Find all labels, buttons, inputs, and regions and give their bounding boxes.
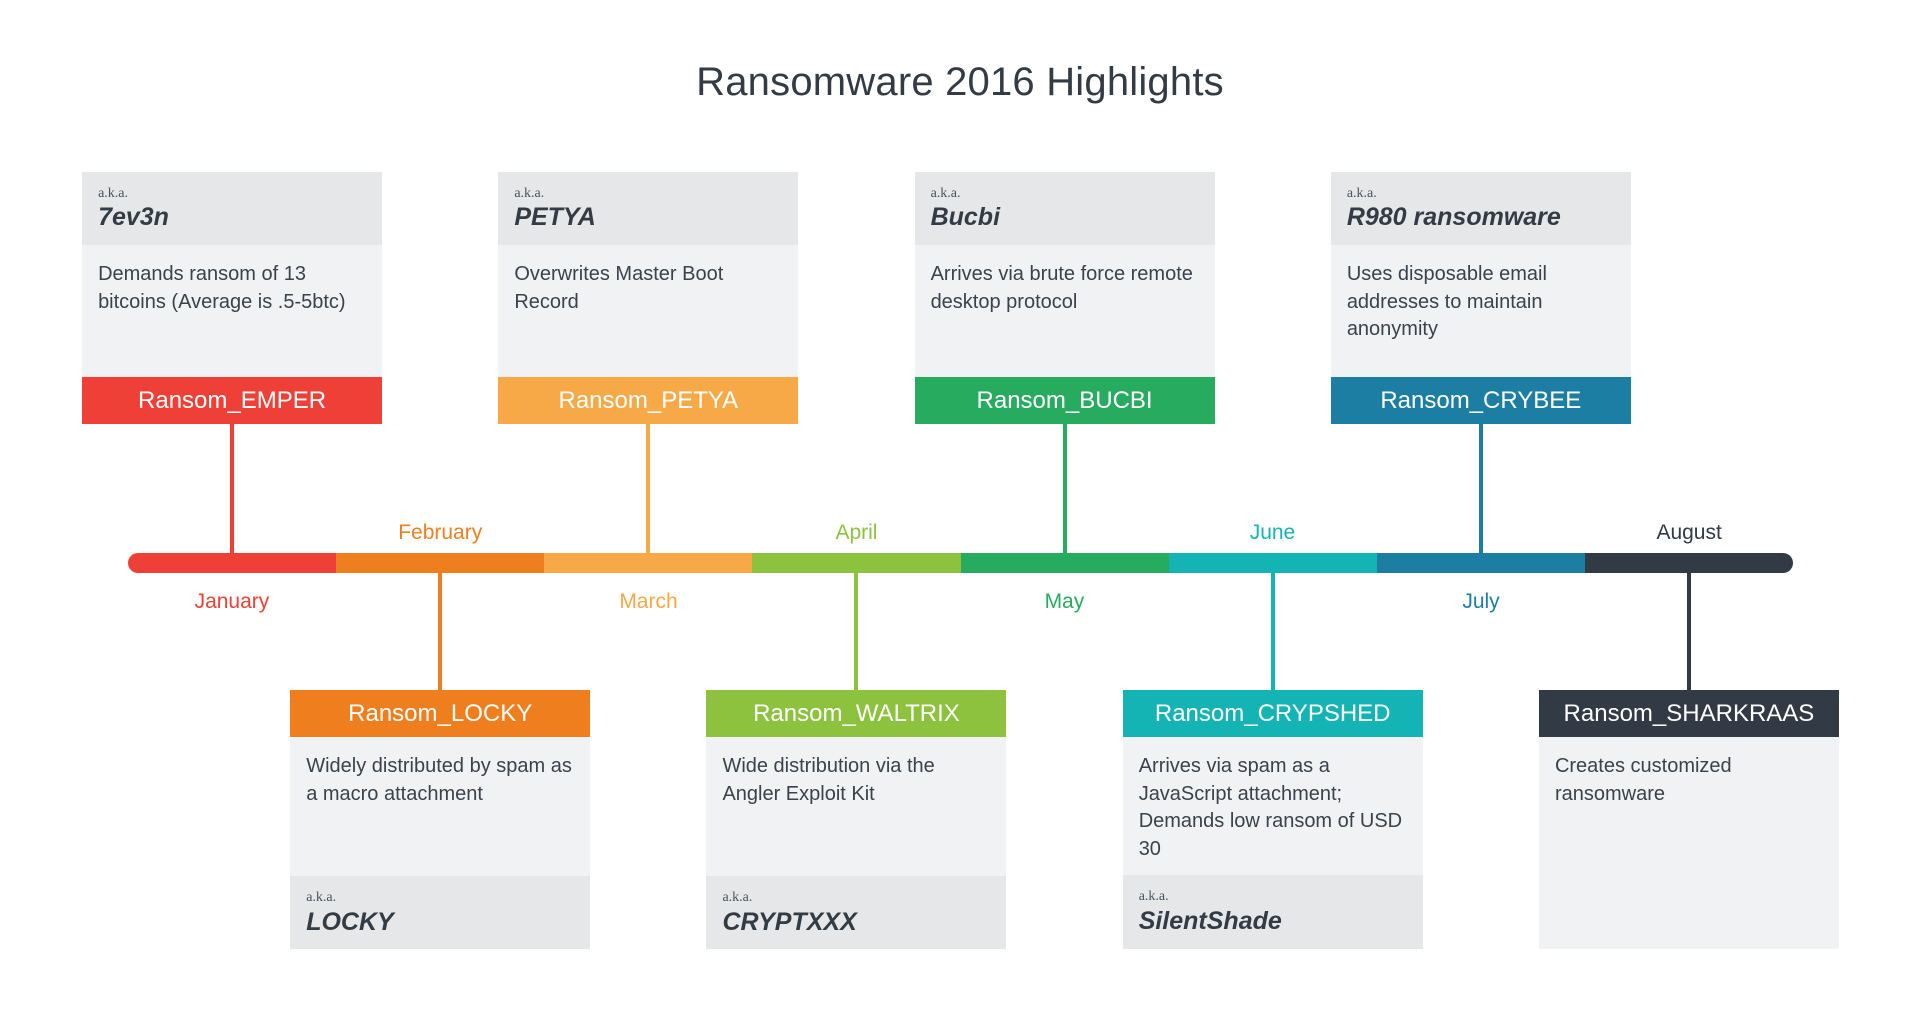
ransomware-label-ransom-bucbi[interactable]: Ransom_BUCBI <box>914 377 1215 425</box>
aka-band-ransom-waltrix: a.k.a. CRYPTXXX <box>706 876 1007 950</box>
aka-name: R980 ransomware <box>1346 203 1561 232</box>
aka-name: PETYA <box>514 203 596 232</box>
timeline-bar <box>128 553 1793 573</box>
aka-band-ransom-locky: a.k.a. LOCKY <box>290 876 591 950</box>
threat-card-ransom-crypshed[interactable]: Ransom_CRYPSHED Arrives via spam as a Jav… <box>1122 690 1423 949</box>
aka-prefix: a.k.a. <box>930 186 961 201</box>
connector-line-ransom-waltrix <box>854 563 859 690</box>
timeline-dot-ransom-waltrix <box>847 555 865 572</box>
threat-card-ransom-sharkraas[interactable]: Ransom_SHARKRAAS Creates customized ranso… <box>1538 690 1839 950</box>
threat-card-ransom-petya[interactable]: a.k.a. PETYA Overwrites Master Boot Record… <box>498 172 799 425</box>
timeline-dot-ransom-emper <box>223 555 241 572</box>
aka-prefix: a.k.a. <box>514 186 545 201</box>
card-description-ransom-crybee: Uses disposable email addresses to maint… <box>1330 245 1631 378</box>
ransomware-label-ransom-emper[interactable]: Ransom_EMPER <box>82 377 383 425</box>
card-description-ransom-sharkraas: Creates customized ransomware <box>1538 737 1839 950</box>
timeline-dot-ransom-petya <box>639 555 657 572</box>
ransomware-label-ransom-locky[interactable]: Ransom_LOCKY <box>290 690 591 737</box>
ransomware-label-ransom-petya[interactable]: Ransom_PETYA <box>498 377 799 425</box>
aka-name: LOCKY <box>306 907 394 936</box>
aka-name: CRYPTXXX <box>722 907 857 936</box>
card-description-ransom-emper: Demands ransom of 13 bitcoins (Average i… <box>82 245 383 378</box>
aka-band-ransom-petya: a.k.a. PETYA <box>498 172 799 246</box>
ransomware-label-ransom-waltrix[interactable]: Ransom_WALTRIX <box>706 690 1007 737</box>
aka-prefix: a.k.a. <box>1346 186 1377 201</box>
ransomware-label-ransom-crypshed[interactable]: Ransom_CRYPSHED <box>1122 690 1423 737</box>
month-label-may: May <box>1044 590 1085 613</box>
month-label-february: February <box>398 521 483 544</box>
card-description-ransom-locky: Widely distributed by spam as a macro at… <box>290 737 591 877</box>
aka-name: Bucbi <box>930 203 1001 232</box>
aka-band-ransom-bucbi: a.k.a. Bucbi <box>914 172 1215 246</box>
aka-band-ransom-crybee: a.k.a. R980 ransomware <box>1330 172 1631 246</box>
aka-prefix: a.k.a. <box>1138 889 1169 905</box>
aka-prefix: a.k.a. <box>98 186 128 201</box>
month-label-march: March <box>619 590 678 613</box>
aka-prefix: a.k.a. <box>306 890 337 906</box>
card-description-ransom-bucbi: Arrives via brute force remote desktop p… <box>914 245 1215 378</box>
threat-card-ransom-bucbi[interactable]: a.k.a. Bucbi Arrives via brute force remot… <box>914 172 1215 425</box>
connector-line-ransom-sharkraas <box>1686 563 1691 690</box>
month-label-january: January <box>194 590 270 613</box>
aka-band-ransom-emper: a.k.a. 7ev3n <box>82 172 383 246</box>
month-label-june: June <box>1249 521 1296 544</box>
month-label-august: August <box>1656 521 1722 544</box>
card-description-ransom-crypshed: Arrives via spam as a JavaScript attachm… <box>1122 737 1423 876</box>
connector-line-ransom-bucbi <box>1062 424 1067 563</box>
aka-name: SilentShade <box>1138 906 1282 935</box>
timeline-dot-ransom-locky <box>431 555 449 572</box>
card-description-ransom-waltrix: Wide distribution via the Angler Exploit… <box>706 737 1007 877</box>
page-title: Ransomware 2016 Highlights <box>696 60 1224 104</box>
connector-line-ransom-emper <box>230 424 235 563</box>
connector-line-ransom-crypshed <box>1270 563 1275 690</box>
threat-card-ransom-waltrix[interactable]: Ransom_WALTRIX Wide distribution via the … <box>706 690 1007 950</box>
connector-line-ransom-crybee <box>1478 424 1483 563</box>
threat-card-ransom-locky[interactable]: Ransom_LOCKY Widely distributed by spam a… <box>290 690 591 950</box>
connector-line-ransom-locky <box>438 563 443 690</box>
threat-card-ransom-crybee[interactable]: a.k.a. R980 ransomware Uses disposable ema… <box>1330 172 1631 425</box>
aka-band-ransom-crypshed: a.k.a. SilentShade <box>1122 875 1423 949</box>
connector-line-ransom-petya <box>646 424 651 563</box>
timeline-dot-ransom-bucbi <box>1056 555 1074 572</box>
ransomware-label-ransom-sharkraas[interactable]: Ransom_SHARKRAAS <box>1538 690 1839 737</box>
month-label-april: April <box>835 521 878 544</box>
aka-name: 7ev3n <box>98 203 169 232</box>
month-label-july: July <box>1462 590 1500 613</box>
aka-prefix: a.k.a. <box>722 890 753 906</box>
card-description-ransom-petya: Overwrites Master Boot Record <box>498 245 799 378</box>
threat-card-ransom-emper[interactable]: a.k.a. 7ev3n Demands ransom of 13 bitcoins… <box>82 172 383 425</box>
ransomware-label-ransom-crybee[interactable]: Ransom_CRYBEE <box>1330 377 1631 425</box>
